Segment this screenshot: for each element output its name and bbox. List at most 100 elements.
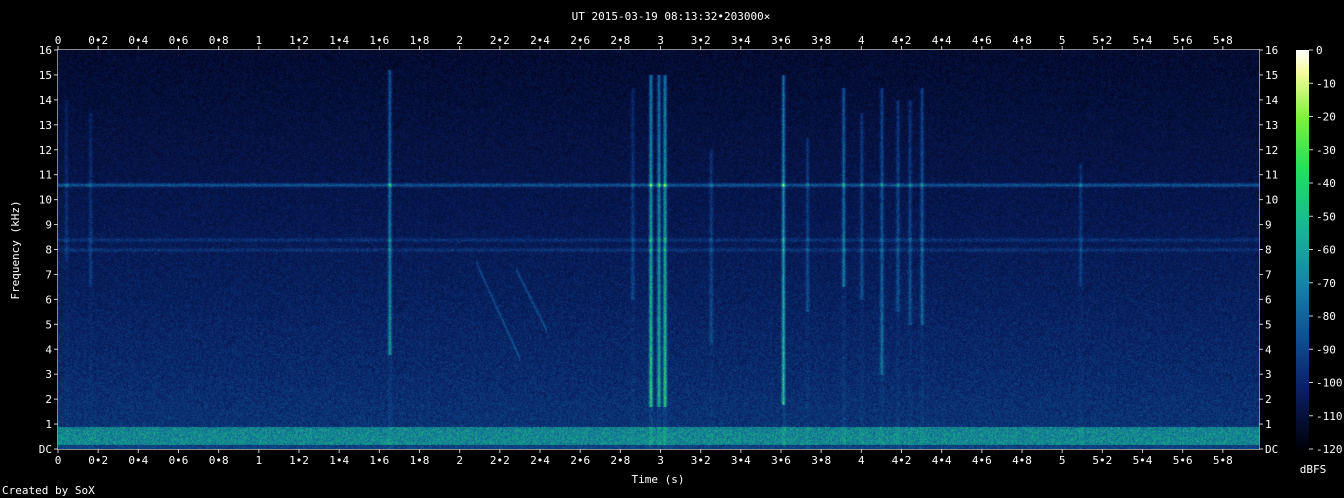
- y-tick-label-left: 5: [45, 318, 52, 331]
- x-tick-label-top: 2•4: [530, 34, 550, 47]
- x-tick-label-top: 5: [1059, 34, 1066, 47]
- x-tick-label-bottom: 0: [55, 454, 62, 467]
- y-tick-label-right: 11: [1265, 169, 1278, 182]
- x-tick-label-bottom: 5•6: [1173, 454, 1193, 467]
- x-tick-label-top: 3•6: [771, 34, 791, 47]
- colorbar: 0 -10 -20 -30 -40 -50 -60 -70 -80 -90 -100 -110 -120…: [1296, 44, 1343, 476]
- x-tick-label-bottom: 2•4: [530, 454, 550, 467]
- y-tick-label-left: 16: [39, 44, 52, 57]
- colorbar-tick-label: -80: [1316, 310, 1336, 323]
- chart-title: UT 2015-03-19 08:13:32•203000×: [572, 10, 771, 23]
- y-tick-label-right: 12: [1265, 144, 1278, 157]
- x-tick-label-top: 2•6: [570, 34, 590, 47]
- colorbar-tick-label: -20: [1316, 111, 1336, 124]
- colorbar-tick-label: -90: [1316, 343, 1336, 356]
- x-tick-label-bottom: 2•6: [570, 454, 590, 467]
- y-tick-label-left: 9: [45, 219, 52, 232]
- x-tick-label-bottom: 1•6: [369, 454, 389, 467]
- y-tick-label-right: 2: [1265, 393, 1272, 406]
- x-tick-label-top: 1•2: [289, 34, 309, 47]
- y-tick-label-left: 7: [45, 268, 52, 281]
- colorbar-tick-label: -110: [1316, 410, 1343, 423]
- y-tick-label-left: 3: [45, 368, 52, 381]
- x-tick-label-top: 5•2: [1092, 34, 1112, 47]
- x-tick-label-top: 0•2: [88, 34, 108, 47]
- y-tick-label-left: 1: [45, 418, 52, 431]
- y-tick-label-right: 14: [1265, 94, 1279, 107]
- x-tick-label-top: 4: [858, 34, 865, 47]
- y-tick-label-left: 14: [39, 94, 53, 107]
- x-tick-label-top: 0•6: [169, 34, 189, 47]
- x-tick-label-bottom: 2•8: [610, 454, 630, 467]
- x-tick-label-top: 5•8: [1213, 34, 1233, 47]
- x-tick-label-bottom: 2•2: [490, 454, 510, 467]
- x-tick-label-top: 3•2: [691, 34, 711, 47]
- x-tick-label-top: 5•6: [1173, 34, 1193, 47]
- x-tick-label-top: 3•8: [811, 34, 831, 47]
- x-axis-top: 0 0•2 0•4 0•6 0•8 1 1•2 1•4 1•6 1•8 2 2•2 2•4 2•6 2•8 3…: [55, 34, 1233, 50]
- plot-area: [57, 49, 1260, 450]
- x-tick-label-bottom: 4•2: [892, 454, 912, 467]
- x-tick-label-top: 2•8: [610, 34, 630, 47]
- x-tick-label-bottom: 1•4: [329, 454, 349, 467]
- x-tick-label-bottom: 5•8: [1213, 454, 1233, 467]
- x-tick-label-top: 4•4: [932, 34, 952, 47]
- x-tick-label-bottom: 0•6: [169, 454, 189, 467]
- x-axis-label: Time (s): [632, 473, 685, 486]
- y-tick-label-left: 2: [45, 393, 52, 406]
- y-tick-label-right: 15: [1265, 69, 1278, 82]
- x-tick-label-top: 5•4: [1133, 34, 1153, 47]
- y-tick-label-right: 7: [1265, 268, 1272, 281]
- x-tick-label-top: 0•4: [128, 34, 148, 47]
- x-tick-label-bottom: 1: [256, 454, 263, 467]
- x-tick-label-top: 1•4: [329, 34, 349, 47]
- y-tick-label-right: DC: [1265, 443, 1278, 456]
- colorbar-tick-label: -40: [1316, 177, 1336, 190]
- x-tick-label-top: 0•8: [209, 34, 229, 47]
- y-tick-label-left: 15: [39, 69, 52, 82]
- x-tick-label-bottom: 4•6: [972, 454, 992, 467]
- x-tick-label-top: 2: [456, 34, 463, 47]
- y-axis-left: DC12345678910111213141516: [39, 44, 58, 456]
- x-tick-label-top: 2•2: [490, 34, 510, 47]
- y-tick-label-right: 9: [1265, 219, 1272, 232]
- y-tick-label-right: 5: [1265, 318, 1272, 331]
- y-tick-label-left: 6: [45, 293, 52, 306]
- y-tick-label-right: 16: [1265, 44, 1278, 57]
- y-tick-label-right: 6: [1265, 293, 1272, 306]
- x-tick-label-bottom: 5: [1059, 454, 1066, 467]
- x-tick-label-bottom: 5•2: [1092, 454, 1112, 467]
- y-tick-label-left: DC: [39, 443, 52, 456]
- y-tick-label-right: 1: [1265, 418, 1272, 431]
- x-tick-label-top: 4•2: [892, 34, 912, 47]
- x-tick-label-bottom: 3: [657, 454, 664, 467]
- x-tick-label-bottom: 0•4: [128, 454, 148, 467]
- colorbar-tick-label: -120: [1316, 443, 1343, 456]
- x-axis-bottom: 0 0•2 0•4 0•6 0•8 1 1•2 1•4 1•6 1•8 2 2•2 2•4 2•6 2•8 3…: [55, 449, 1233, 467]
- x-tick-label-bottom: 1•2: [289, 454, 309, 467]
- colorbar-tick-label: 0: [1316, 44, 1323, 57]
- x-tick-label-bottom: 3•2: [691, 454, 711, 467]
- x-tick-label-bottom: 4: [858, 454, 865, 467]
- y-tick-label-right: 13: [1265, 119, 1278, 132]
- credit-text: Created by SoX: [2, 484, 95, 497]
- y-tick-label-right: 3: [1265, 368, 1272, 381]
- y-axis-label: Frequency (kHz): [9, 200, 22, 299]
- x-tick-label-top: 4•8: [1012, 34, 1032, 47]
- colorbar-tick-label: -100: [1316, 377, 1343, 390]
- y-tick-label-right: 4: [1265, 343, 1272, 356]
- y-tick-label-right: 8: [1265, 244, 1272, 257]
- colorbar-tick-label: -70: [1316, 277, 1336, 290]
- spectrogram-image: [58, 50, 1259, 449]
- colorbar-tick-label: -60: [1316, 244, 1336, 257]
- x-tick-label-bottom: 3•4: [731, 454, 751, 467]
- x-tick-label-bottom: 3•8: [811, 454, 831, 467]
- x-tick-label-bottom: 4•8: [1012, 454, 1032, 467]
- x-tick-label-bottom: 1•8: [410, 454, 430, 467]
- y-tick-label-left: 4: [45, 343, 52, 356]
- x-tick-label-top: 1•8: [410, 34, 430, 47]
- x-tick-label-bottom: 0•2: [88, 454, 108, 467]
- colorbar-ticks: 0 -10 -20 -30 -40 -50 -60 -70 -80 -90 -100 -110 -120: [1309, 44, 1343, 456]
- x-tick-label-top: 4•6: [972, 34, 992, 47]
- x-tick-label-bottom: 0•8: [209, 454, 229, 467]
